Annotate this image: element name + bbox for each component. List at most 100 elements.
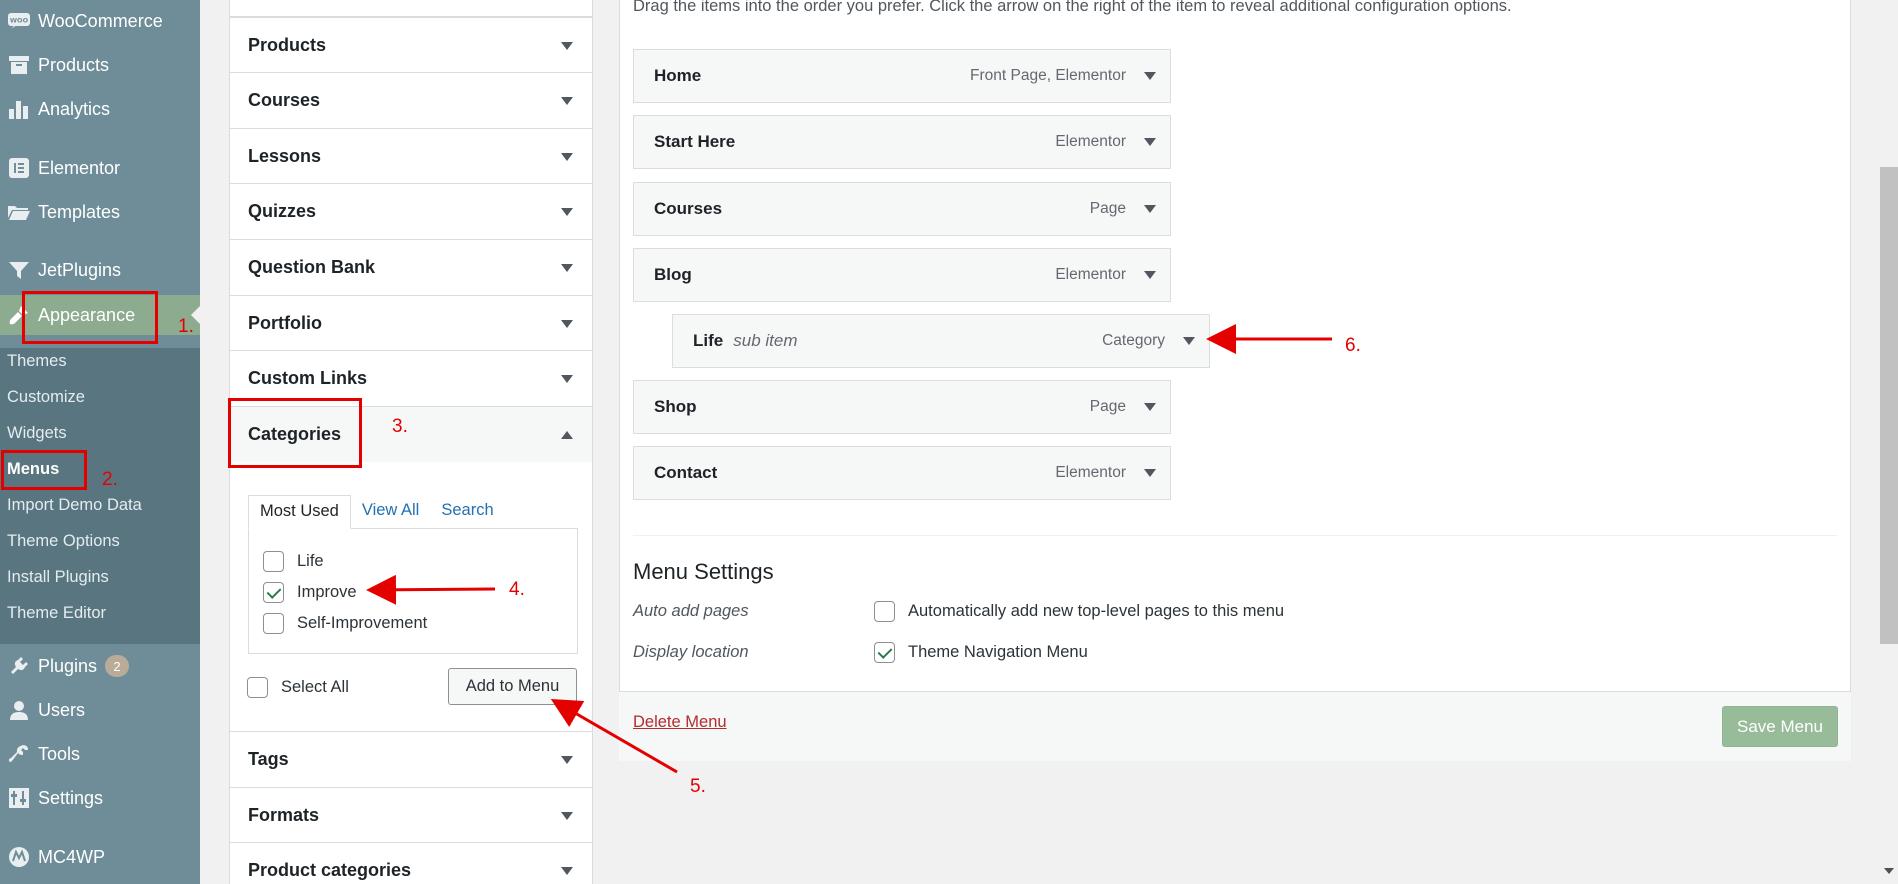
most-used-list: Life Improve Self-Improvement xyxy=(248,528,578,654)
expand-arrow-icon[interactable] xyxy=(1183,337,1195,345)
tab-view-all[interactable]: View All xyxy=(351,495,430,529)
sidebar-item-users[interactable]: Users xyxy=(0,691,200,729)
menu-item-courses[interactable]: Courses Page xyxy=(633,182,1171,236)
scrollbar-thumb[interactable] xyxy=(1880,167,1898,644)
submenu-widgets[interactable]: Widgets xyxy=(7,424,67,443)
menu-item-type: Page xyxy=(1089,398,1126,415)
mc4wp-icon xyxy=(0,846,38,868)
sidebar-item-label: Elementor xyxy=(38,157,121,178)
sidebar-item-tools[interactable]: Tools xyxy=(0,735,200,773)
annotation-box-appearance xyxy=(22,291,158,344)
sidebar-item-mc4wp[interactable]: MC4WP xyxy=(0,838,200,876)
sidebar-item-label: Plugins xyxy=(38,655,98,676)
expand-arrow-icon[interactable] xyxy=(1144,72,1156,80)
categories-panel: Most Used View All Search Life Improve S… xyxy=(230,462,592,731)
sidebar-item-woocommerce[interactable]: WOO WooCommerce xyxy=(0,2,200,40)
menu-item-title: Start Here xyxy=(654,132,736,151)
expand-arrow-icon[interactable] xyxy=(1144,271,1156,279)
annotation-box-categories xyxy=(228,398,362,468)
menu-item-home[interactable]: Home Front Page, Elementor xyxy=(633,49,1171,103)
expand-arrow-icon[interactable] xyxy=(1144,403,1156,411)
update-count-badge: 2 xyxy=(105,655,130,677)
accordion-formats[interactable]: Formats xyxy=(230,787,592,843)
menu-item-title: Home xyxy=(654,66,702,85)
menu-item-life[interactable]: Life sub item Category xyxy=(672,314,1210,368)
caret-down-icon xyxy=(561,319,573,328)
menu-item-type: Page xyxy=(1089,200,1126,217)
admin-sidebar: WOO WooCommerce Products Analytics Eleme… xyxy=(0,0,200,884)
wrench-icon xyxy=(0,744,38,764)
caret-down-icon xyxy=(561,374,573,383)
menu-item-blog[interactable]: Blog Elementor xyxy=(633,248,1171,302)
submenu-theme-options[interactable]: Theme Options xyxy=(7,532,120,551)
self-improvement-checkbox[interactable] xyxy=(263,613,284,634)
caret-down-icon xyxy=(561,811,573,820)
accordion-title: Lessons xyxy=(248,146,322,166)
accordion-title: Portfolio xyxy=(248,313,322,333)
accordion-products[interactable]: Products xyxy=(230,17,592,73)
submenu-import-demo-data[interactable]: Import Demo Data xyxy=(7,496,142,515)
folder-icon xyxy=(0,204,38,220)
sidebar-item-settings[interactable]: Settings xyxy=(0,779,200,817)
category-item-improve: Improve xyxy=(263,582,357,603)
tab-most-used[interactable]: Most Used xyxy=(248,495,351,529)
annotation-number-4: 4. xyxy=(509,579,525,600)
menu-footer-bar xyxy=(619,691,1851,761)
menu-item-contact[interactable]: Contact Elementor xyxy=(633,446,1171,500)
accordion-portfolio[interactable]: Portfolio xyxy=(230,295,592,351)
scroll-down-arrow-icon[interactable] xyxy=(1884,868,1894,874)
submenu-customize[interactable]: Customize xyxy=(7,388,85,407)
accordion-title: Courses xyxy=(248,90,321,110)
annotation-number-3: 3. xyxy=(392,416,408,437)
display-location-option: Theme Navigation Menu xyxy=(874,642,1088,663)
sidebar-item-analytics[interactable]: Analytics xyxy=(0,90,200,128)
life-checkbox[interactable] xyxy=(263,551,284,572)
select-all-checkbox[interactable] xyxy=(247,677,268,698)
caret-down-icon xyxy=(561,755,573,764)
auto-add-option: Automatically add new top-level pages to… xyxy=(874,601,1284,622)
tab-search[interactable]: Search xyxy=(430,495,504,529)
sidebar-item-products[interactable]: Products xyxy=(0,46,200,84)
menu-item-title: Courses xyxy=(654,199,723,218)
sidebar-item-elementor[interactable]: Elementor xyxy=(0,149,200,187)
save-menu-button[interactable]: Save Menu xyxy=(1722,706,1838,747)
plugin-icon xyxy=(0,656,38,676)
accordion-title: Question Bank xyxy=(248,257,376,277)
sidebar-item-templates[interactable]: Templates xyxy=(0,193,200,231)
expand-arrow-icon[interactable] xyxy=(1144,469,1156,477)
sidebar-item-plugins[interactable]: Plugins 2 xyxy=(0,647,200,685)
accordion-tags[interactable]: Tags xyxy=(230,731,592,787)
submenu-install-plugins[interactable]: Install Plugins xyxy=(7,568,109,587)
menu-item-title: Life xyxy=(693,331,724,350)
delete-menu-link[interactable]: Delete Menu xyxy=(633,713,727,732)
expand-arrow-icon[interactable] xyxy=(1144,205,1156,213)
theme-navigation-checkbox[interactable] xyxy=(874,642,895,663)
menu-item-type: Front Page, Elementor xyxy=(970,67,1126,84)
user-icon xyxy=(0,700,38,720)
accordion-quizzes[interactable]: Quizzes xyxy=(230,183,592,239)
caret-down-icon xyxy=(561,866,573,875)
category-label: Improve xyxy=(297,583,357,601)
add-to-menu-button[interactable]: Add to Menu xyxy=(448,668,577,705)
accordion-question-bank[interactable]: Question Bank xyxy=(230,239,592,295)
accordion-lessons[interactable]: Lessons xyxy=(230,128,592,184)
accordion-product-categories[interactable]: Product categories xyxy=(230,842,592,884)
categories-tabs: Most Used View All Search xyxy=(248,495,505,529)
sidebar-item-label: Analytics xyxy=(38,98,111,119)
menu-item-title: Blog xyxy=(654,265,692,284)
box-top-edge xyxy=(230,0,592,17)
caret-down-icon xyxy=(561,152,573,161)
submenu-theme-editor[interactable]: Theme Editor xyxy=(7,604,106,623)
menu-item-start-here[interactable]: Start Here Elementor xyxy=(633,115,1171,169)
display-location-label: Display location xyxy=(633,643,749,661)
category-item-life: Life xyxy=(263,551,324,572)
auto-add-checkbox[interactable] xyxy=(874,601,895,622)
menu-item-shop[interactable]: Shop Page xyxy=(633,380,1171,434)
sidebar-item-jetplugins[interactable]: JetPlugins xyxy=(0,251,200,289)
submenu-themes[interactable]: Themes xyxy=(7,352,67,371)
sidebar-item-label: JetPlugins xyxy=(38,259,122,280)
expand-arrow-icon[interactable] xyxy=(1144,138,1156,146)
accordion-courses[interactable]: Courses xyxy=(230,72,592,128)
improve-checkbox[interactable] xyxy=(263,582,284,603)
sidebar-item-label: MC4WP xyxy=(38,846,105,867)
